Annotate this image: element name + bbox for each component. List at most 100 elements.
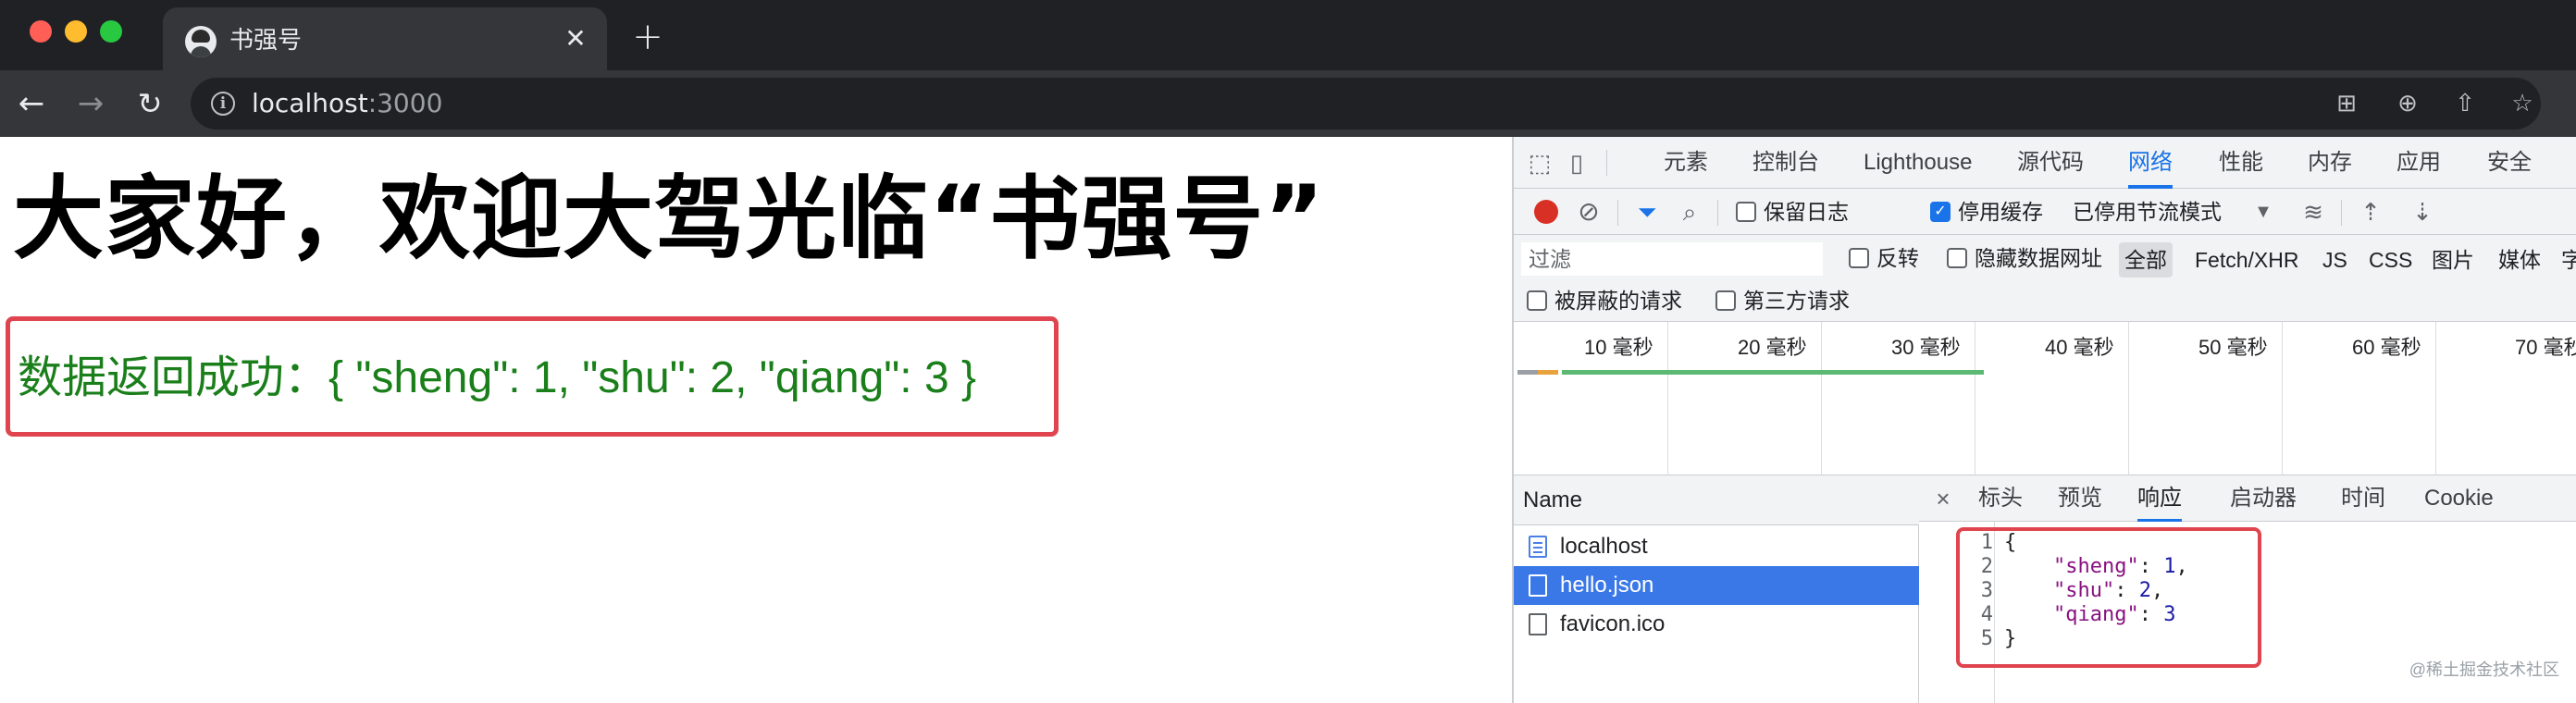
network-toolbar: ⊘ ⏷ ⌕ 保留日志 ✓ 停用缓存 已停用节流模式 ▼ ≋ ⇡ ⇣ [1514,189,2576,235]
close-detail-icon[interactable]: × [1932,485,1954,512]
reload-icon[interactable]: ↻ [130,83,170,124]
waterfall-bar-localhost [1538,370,1558,375]
blocked-requests-label: 被屏蔽的请求 [1554,289,1682,313]
divider [1717,200,1718,226]
network-conditions-icon[interactable]: ≋ [2298,197,2328,227]
back-arrow-icon[interactable]: ← [11,83,52,124]
preserve-log-checkbox[interactable] [1736,202,1756,222]
new-tab-button[interactable]: + [629,18,666,56]
detail-tab-initiator[interactable]: 启动器 [2230,475,2297,522]
network-overview-timeline[interactable]: 10 毫秒 20 毫秒 30 毫秒 40 毫秒 50 毫秒 60 毫秒 70 毫… [1514,322,2576,475]
maximize-window-button[interactable] [100,20,122,43]
filter-placeholder: 过滤 [1529,247,1571,271]
result-message: 数据返回成功：{ "sheng": 1, "shu": 2, "qiang": … [18,353,977,402]
divider [1617,200,1618,226]
third-party-checkbox[interactable] [1715,290,1736,311]
type-filter-media[interactable]: 媒体 [2493,242,2546,278]
inspect-element-icon[interactable]: ⬚ [1525,148,1554,178]
file-icon [1529,613,1547,635]
devtools-tab-bar: ⬚ ▯ 元素 控制台 Lighthouse 源代码 网络 性能 内存 应用 安全 [1514,137,2576,189]
site-info-icon[interactable]: i [211,92,235,116]
close-window-button[interactable] [30,20,52,43]
timeline-tick-label: 40 毫秒 [2045,336,2114,359]
devtools-tab-security[interactable]: 安全 [2487,137,2532,189]
record-button[interactable] [1534,200,1558,224]
disable-cache-checkbox[interactable]: ✓ [1930,202,1951,222]
filter-bar: 过滤 反转 隐藏数据网址 全部 Fetch/XHR JS CSS 图片 媒体 字… [1514,235,2576,322]
hide-data-urls-checkbox[interactable] [1947,248,1967,268]
request-list-header[interactable]: Name [1514,475,1919,525]
divider [1606,150,1607,176]
timeline-gridline [2435,322,2436,475]
timeline-tick-label: 10 毫秒 [1584,336,1653,359]
devtools-tab-lighthouse[interactable]: Lighthouse [1864,137,1972,189]
bookmark-star-icon[interactable]: ☆ [2508,89,2537,118]
browser-tab[interactable]: 书强号 ✕ [163,7,607,70]
detail-tab-headers[interactable]: 标头 [1978,475,2023,522]
filter-funnel-icon[interactable]: ⏷ [1632,197,1662,227]
type-filter-all[interactable]: 全部 [2119,242,2173,278]
blocked-requests-checkbox[interactable] [1527,290,1547,311]
page-viewport: 大家好，欢迎大驾光临“书强号” 数据返回成功：{ "sheng": 1, "sh… [0,137,1512,703]
request-row-localhost[interactable]: localhost [1514,527,1919,566]
request-row-favicon[interactable]: favicon.ico [1514,605,1919,644]
clear-icon[interactable]: ⊘ [1575,198,1603,226]
request-list: Name localhost hello.json favicon.ico [1514,475,1919,703]
invert-checkbox[interactable] [1849,248,1869,268]
devtools-tab-performance[interactable]: 性能 [2219,137,2263,189]
favicon-icon [185,26,217,57]
preserve-log-label: 保留日志 [1764,200,1849,224]
address-bar[interactable]: i localhost:3000 ⊞ ⊕ ⇧ ☆ [191,78,2541,130]
timeline-tick-label: 30 毫秒 [1891,336,1961,359]
type-filter-img[interactable]: 图片 [2426,242,2480,278]
request-row-hello-json[interactable]: hello.json [1514,566,1919,605]
request-name: hello.json [1560,573,1654,598]
devtools-tab-memory[interactable]: 内存 [2308,137,2352,189]
waterfall-bar-queue [1517,370,1538,375]
export-har-icon[interactable]: ⇣ [2408,197,2437,227]
name-column-header: Name [1523,487,1583,512]
minimize-window-button[interactable] [65,20,87,43]
type-filter-font[interactable]: 字 [2556,242,2576,278]
search-icon[interactable]: ⌕ [1675,197,1704,227]
detail-tab-preview[interactable]: 预览 [2058,475,2102,522]
request-name: localhost [1560,534,1648,559]
share-icon[interactable]: ⇧ [2450,89,2480,118]
url-port: :3000 [367,88,443,118]
import-har-icon[interactable]: ⇡ [2356,197,2385,227]
timeline-tick-label: 60 毫秒 [2352,336,2421,359]
forward-arrow-icon[interactable]: → [70,83,111,124]
timeline-gridline [1821,322,1822,475]
detail-tab-timing[interactable]: 时间 [2341,475,2385,522]
timeline-gridline [2128,322,2129,475]
throttling-select[interactable]: 已停用节流模式 [2073,198,2222,226]
detail-tab-cookies[interactable]: Cookie [2424,475,2494,522]
type-filter-fetch-xhr[interactable]: Fetch/XHR [2189,242,2304,278]
document-icon [1529,536,1547,558]
devtools-tab-application[interactable]: 应用 [2396,137,2441,189]
divider [2341,200,2342,226]
url-text[interactable]: localhost:3000 [252,87,442,120]
devtools-tab-console[interactable]: 控制台 [1752,137,1819,189]
waterfall-bar-json [1562,370,1984,375]
filter-input[interactable]: 过滤 [1521,242,1823,276]
browser-toolbar: ← → ↻ i localhost:3000 ⊞ ⊕ ⇧ ☆ [0,70,2576,137]
page-title: 大家好，欢迎大驾光临“书强号” [13,166,1325,272]
devtools-tab-elements[interactable]: 元素 [1664,137,1708,189]
timeline-tick-label: 70 毫秒 [2515,336,2576,359]
type-filter-js[interactable]: JS [2317,242,2353,278]
device-toolbar-icon[interactable]: ▯ [1562,148,1591,178]
devtools-tab-sources[interactable]: 源代码 [2017,137,2084,189]
url-host: localhost [252,88,368,118]
translate-icon[interactable]: ⊞ [2332,89,2361,118]
dropdown-arrow-icon[interactable]: ▼ [2248,197,2278,227]
hide-data-urls-label: 隐藏数据网址 [1975,246,2102,270]
type-filter-css[interactable]: CSS [2363,242,2418,278]
timeline-gridline [2282,322,2283,475]
tab-close-icon[interactable]: ✕ [561,24,590,54]
detail-tab-response[interactable]: 响应 [2137,475,2182,522]
zoom-icon[interactable]: ⊕ [2393,89,2422,118]
devtools-tab-network[interactable]: 网络 [2128,137,2173,189]
detail-tab-bar: × 标头 预览 响应 启动器 时间 Cookie [1919,475,2576,522]
result-highlight-box: 数据返回成功：{ "sheng": 1, "shu": 2, "qiang": … [6,316,1059,437]
